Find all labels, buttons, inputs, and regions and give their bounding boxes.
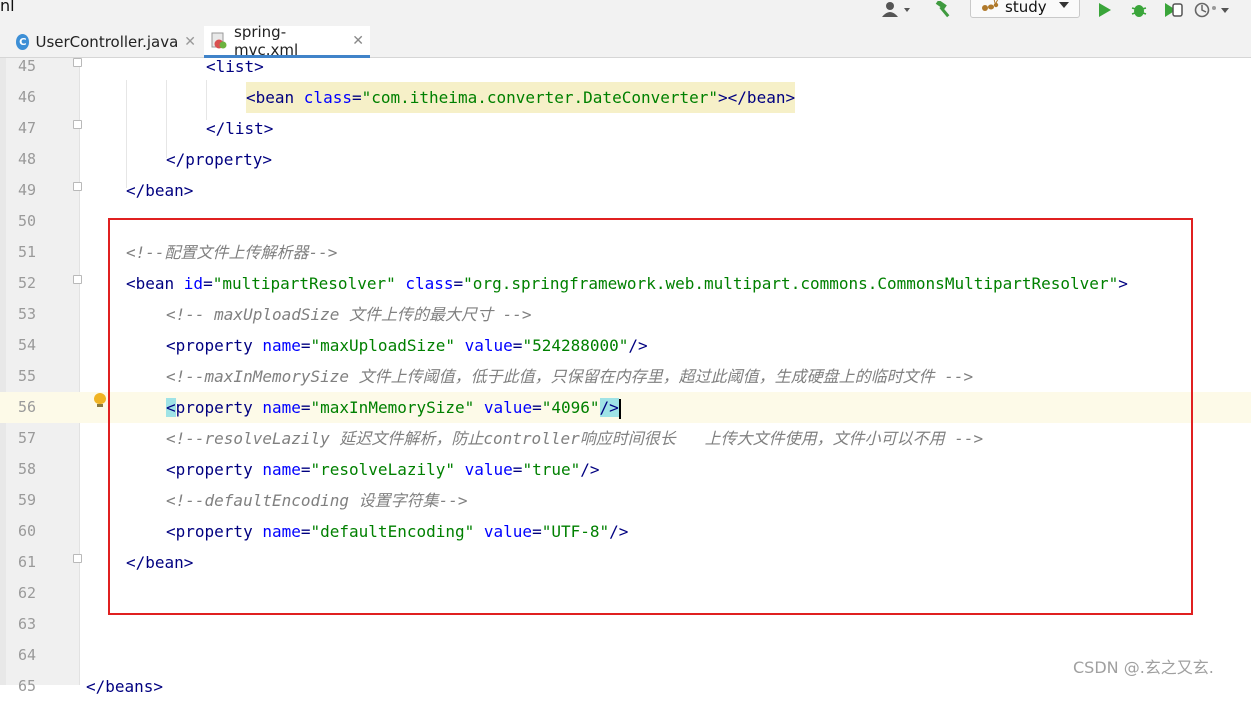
line-number: 64 — [17, 646, 36, 664]
line-number: 62 — [17, 584, 36, 602]
menu-fragment: nl — [0, 0, 15, 15]
line-number: 57 — [17, 429, 36, 447]
ant-icon — [981, 0, 999, 17]
code-line[interactable]: 65 </beans> — [0, 671, 1251, 702]
close-icon[interactable]: ✕ — [352, 33, 364, 49]
line-number: 48 — [17, 150, 36, 168]
code-line[interactable]: 48 </property> — [0, 144, 1251, 175]
coverage-icon[interactable] — [1160, 0, 1186, 20]
tab-label: UserController.java — [35, 33, 179, 51]
line-number: 49 — [17, 181, 36, 199]
chevron-down-icon — [1059, 2, 1069, 8]
fold-marker-icon[interactable] — [73, 275, 82, 284]
code-token: </bean> — [126, 181, 194, 200]
code-text: <bean class="com.itheima.converter.DateC… — [246, 82, 796, 113]
line-number: 61 — [17, 553, 36, 571]
code-line[interactable]: 45 <list> — [0, 51, 1251, 82]
line-number: 51 — [17, 243, 36, 261]
highlight-annotation-box — [108, 218, 1193, 615]
lightbulb-icon[interactable] — [94, 393, 106, 407]
line-number: 47 — [17, 119, 36, 137]
code-token: </beans> — [86, 677, 164, 696]
run-configuration-select[interactable]: study — [970, 0, 1080, 18]
main-toolbar: nl study — [0, 0, 1251, 22]
line-number: 55 — [17, 367, 36, 385]
line-number: 65 — [17, 677, 36, 695]
debug-icon[interactable] — [1128, 0, 1150, 20]
code-text: </property> — [166, 144, 272, 175]
code-token: </list> — [206, 119, 274, 138]
line-number: 60 — [17, 522, 36, 540]
code-token: </property> — [166, 150, 272, 169]
watermark: CSDN @.玄之又玄. — [1073, 658, 1214, 677]
line-number: 50 — [17, 212, 36, 230]
code-line[interactable]: 49 </bean> — [0, 175, 1251, 206]
line-number: 63 — [17, 615, 36, 633]
code-token: ></bean> — [718, 88, 796, 107]
code-text: </list> — [206, 113, 273, 144]
code-text: <list> — [206, 51, 264, 82]
line-number: 59 — [17, 491, 36, 509]
line-number: 45 — [17, 57, 36, 75]
code-token: <bean — [246, 88, 304, 107]
code-line[interactable]: 47 </list> — [0, 113, 1251, 144]
line-number: 46 — [17, 88, 36, 106]
code-line[interactable]: 64 — [0, 640, 1251, 671]
user-icon[interactable] — [880, 0, 914, 20]
line-number: 53 — [17, 305, 36, 323]
code-text: </bean> — [126, 175, 193, 206]
fold-marker-icon[interactable] — [73, 182, 82, 191]
run-config-label: study — [1005, 0, 1047, 16]
code-token: "com.itheima.converter.DateConverter" — [361, 88, 719, 107]
xml-spring-icon — [210, 32, 228, 50]
profile-icon[interactable] — [1192, 0, 1232, 20]
hammer-icon[interactable] — [932, 0, 956, 20]
code-line[interactable]: 46 <bean class="com.itheima.converter.Dat… — [0, 82, 1251, 113]
line-number: 54 — [17, 336, 36, 354]
code-text: </beans> — [86, 671, 163, 702]
class-c-icon: C — [16, 34, 30, 50]
fold-marker-icon[interactable] — [73, 120, 82, 129]
run-icon[interactable] — [1094, 0, 1116, 20]
code-token: class — [303, 88, 352, 107]
line-number: 52 — [17, 274, 36, 292]
line-number: 56 — [17, 398, 36, 416]
code-token: = — [351, 88, 362, 107]
fold-marker-icon[interactable] — [73, 58, 82, 67]
close-icon[interactable]: ✕ — [184, 34, 196, 50]
fold-marker-icon[interactable] — [73, 554, 82, 563]
code-token: <list> — [206, 57, 264, 76]
line-number: 58 — [17, 460, 36, 478]
